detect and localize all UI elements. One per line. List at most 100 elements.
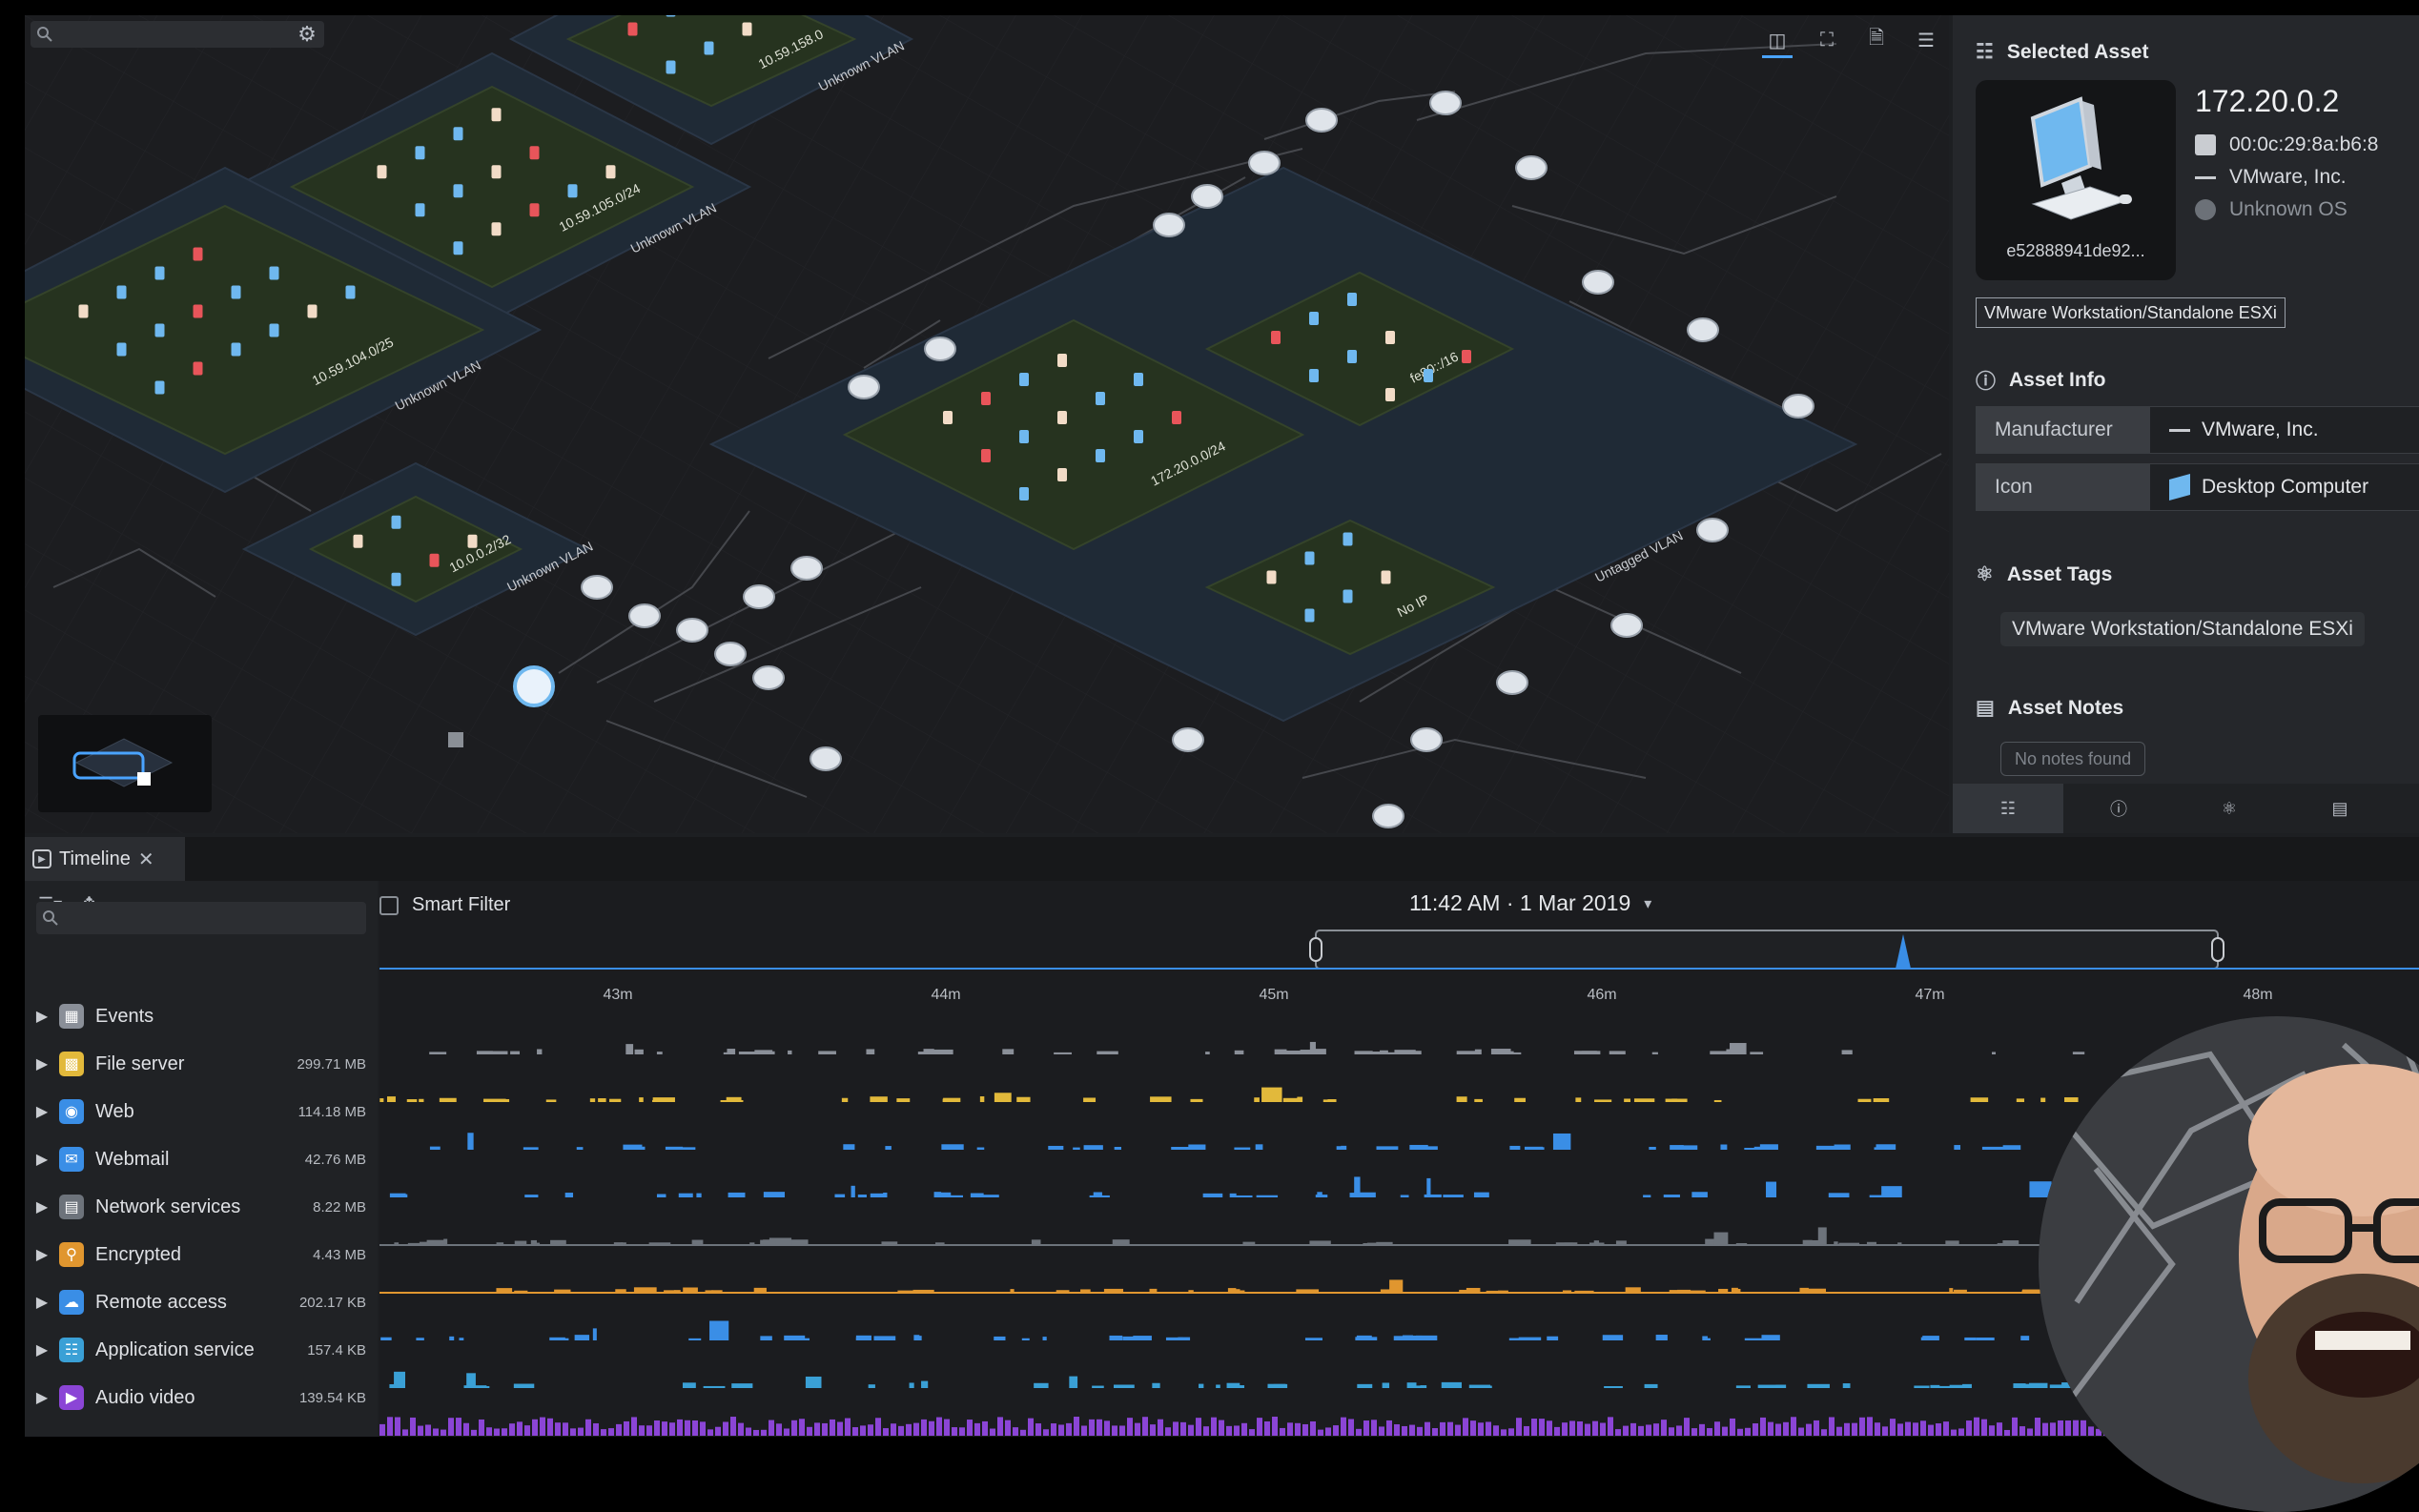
network-map[interactable]: 10.59.158.0 Unknown VLAN 10.59.105.0/24 Unk… bbox=[25, 15, 1949, 833]
timeline-category-row[interactable]: ▶ ✉ Webmail 42.76 MB bbox=[25, 1138, 378, 1180]
host-icon[interactable] bbox=[1309, 312, 1319, 325]
host-icon[interactable] bbox=[453, 127, 463, 141]
host-icon[interactable] bbox=[491, 108, 502, 122]
router-node[interactable] bbox=[1305, 108, 1338, 133]
host-icon[interactable] bbox=[567, 184, 578, 198]
router-node[interactable] bbox=[1496, 670, 1528, 695]
brush-handle[interactable] bbox=[1309, 937, 1322, 962]
tab-info-icon[interactable]: ⓘ bbox=[2063, 784, 2174, 833]
host-icon[interactable] bbox=[391, 515, 401, 529]
host-icon[interactable] bbox=[269, 323, 279, 337]
host-icon[interactable] bbox=[1172, 411, 1181, 424]
host-icon[interactable] bbox=[1343, 532, 1353, 546]
host-icon[interactable] bbox=[1343, 589, 1353, 603]
router-node[interactable] bbox=[714, 642, 747, 666]
router-node[interactable] bbox=[1429, 91, 1462, 115]
host-icon[interactable] bbox=[429, 553, 440, 567]
host-icon[interactable] bbox=[116, 342, 127, 357]
host-icon[interactable] bbox=[666, 60, 676, 74]
router-node[interactable] bbox=[1782, 394, 1814, 419]
gear-icon[interactable]: ⚙ bbox=[290, 22, 324, 47]
router-node[interactable] bbox=[1696, 518, 1729, 542]
minimap[interactable] bbox=[38, 715, 212, 812]
host-icon[interactable] bbox=[193, 304, 203, 318]
host-icon[interactable] bbox=[981, 449, 991, 462]
host-icon[interactable] bbox=[193, 361, 203, 376]
router-node[interactable] bbox=[1515, 155, 1548, 180]
expand-arrow-icon[interactable]: ▶ bbox=[25, 1054, 59, 1073]
host-icon[interactable] bbox=[231, 342, 241, 357]
host-icon[interactable] bbox=[231, 285, 241, 299]
host-icon[interactable] bbox=[1347, 350, 1357, 363]
host-icon[interactable] bbox=[943, 411, 953, 424]
host-icon[interactable] bbox=[1019, 430, 1029, 443]
host-icon[interactable] bbox=[742, 22, 752, 36]
router-node[interactable] bbox=[581, 575, 613, 600]
router-node[interactable] bbox=[810, 746, 842, 771]
asset-tag-chip[interactable]: VMware Workstation/Standalone ESXi bbox=[2000, 612, 2365, 646]
router-node[interactable] bbox=[743, 584, 775, 609]
host-icon[interactable] bbox=[981, 392, 991, 405]
host-icon[interactable] bbox=[193, 247, 203, 261]
host-icon[interactable] bbox=[1381, 570, 1391, 584]
brush-handle[interactable] bbox=[2211, 937, 2224, 962]
host-icon[interactable] bbox=[1057, 354, 1067, 367]
host-icon[interactable] bbox=[1347, 293, 1357, 306]
expand-arrow-icon[interactable]: ▶ bbox=[25, 1388, 59, 1407]
timeline-search-input[interactable] bbox=[65, 907, 366, 930]
router-node[interactable] bbox=[1191, 184, 1223, 209]
host-icon[interactable] bbox=[605, 165, 616, 179]
host-icon[interactable] bbox=[666, 15, 676, 17]
expand-arrow-icon[interactable]: ▶ bbox=[25, 1293, 59, 1312]
timeline-category-row[interactable]: ▶ ☷ Application service 157.4 KB bbox=[25, 1329, 378, 1371]
time-range-brush[interactable] bbox=[1315, 930, 2219, 970]
router-node[interactable] bbox=[752, 665, 785, 690]
timeline-category-row[interactable]: ▶ ☁ Remote access 202.17 KB bbox=[25, 1281, 378, 1323]
router-node[interactable] bbox=[1172, 727, 1204, 752]
export-file-icon[interactable]: 🗎 bbox=[1861, 25, 1892, 55]
host-icon[interactable] bbox=[1019, 373, 1029, 386]
host-icon[interactable] bbox=[1304, 608, 1315, 623]
host-icon[interactable] bbox=[415, 146, 425, 160]
device-node[interactable] bbox=[448, 732, 463, 747]
host-icon[interactable] bbox=[1304, 551, 1315, 565]
host-icon[interactable] bbox=[453, 241, 463, 255]
timeline-category-row[interactable]: ▶ ▦ Events bbox=[25, 995, 378, 1037]
host-icon[interactable] bbox=[627, 22, 638, 36]
host-icon[interactable] bbox=[116, 285, 127, 299]
fit-screen-icon[interactable]: ⛶ bbox=[1812, 25, 1842, 55]
expand-arrow-icon[interactable]: ▶ bbox=[25, 1007, 59, 1026]
expand-arrow-icon[interactable]: ▶ bbox=[25, 1340, 59, 1359]
router-node[interactable] bbox=[1610, 613, 1643, 638]
host-icon[interactable] bbox=[377, 165, 387, 179]
timeline-search-bar[interactable] bbox=[36, 902, 366, 934]
expand-arrow-icon[interactable]: ▶ bbox=[25, 1197, 59, 1216]
router-node[interactable] bbox=[1410, 727, 1443, 752]
host-icon[interactable] bbox=[1019, 487, 1029, 501]
host-icon[interactable] bbox=[1271, 331, 1281, 344]
host-icon[interactable] bbox=[467, 534, 478, 548]
host-icon[interactable] bbox=[154, 266, 165, 280]
expand-arrow-icon[interactable]: ▶ bbox=[25, 1150, 59, 1169]
timeline-category-row[interactable]: ▶ ▩ File server 299.71 MB bbox=[25, 1043, 378, 1085]
tab-tags-icon[interactable]: ⚛ bbox=[2174, 784, 2285, 833]
map-canvas[interactable]: 10.59.158.0Unknown VLAN10.59.105.0/24Unk… bbox=[25, 15, 1949, 833]
timeline-category-row[interactable]: ▶ ▶ Audio video 139.54 KB bbox=[25, 1377, 378, 1419]
router-node[interactable] bbox=[1582, 270, 1614, 295]
expand-arrow-icon[interactable]: ▶ bbox=[25, 1245, 59, 1264]
info-value[interactable]: Desktop Computer bbox=[2149, 463, 2419, 511]
router-node[interactable] bbox=[1687, 317, 1719, 342]
host-icon[interactable] bbox=[154, 380, 165, 395]
timeline-date-picker[interactable]: 11:42 AM · 1 Mar 2019 ▾ bbox=[1409, 890, 1651, 916]
host-icon[interactable] bbox=[307, 304, 318, 318]
asset-tag-badge[interactable]: VMware Workstation/Standalone ESXi bbox=[1976, 297, 2286, 328]
host-icon[interactable] bbox=[1134, 373, 1143, 386]
host-icon[interactable] bbox=[1096, 392, 1105, 405]
host-icon[interactable] bbox=[1096, 449, 1105, 462]
timeline-category-row[interactable]: ▶ ▤ Network services 8.22 MB bbox=[25, 1186, 378, 1228]
host-icon[interactable] bbox=[1385, 331, 1395, 344]
host-icon[interactable] bbox=[1057, 468, 1067, 481]
tab-selected-asset-icon[interactable]: ☷ bbox=[1953, 784, 2063, 833]
host-icon[interactable] bbox=[491, 165, 502, 179]
timeline-category-row[interactable]: ▶ ⚲ Encrypted 4.43 MB bbox=[25, 1234, 378, 1276]
